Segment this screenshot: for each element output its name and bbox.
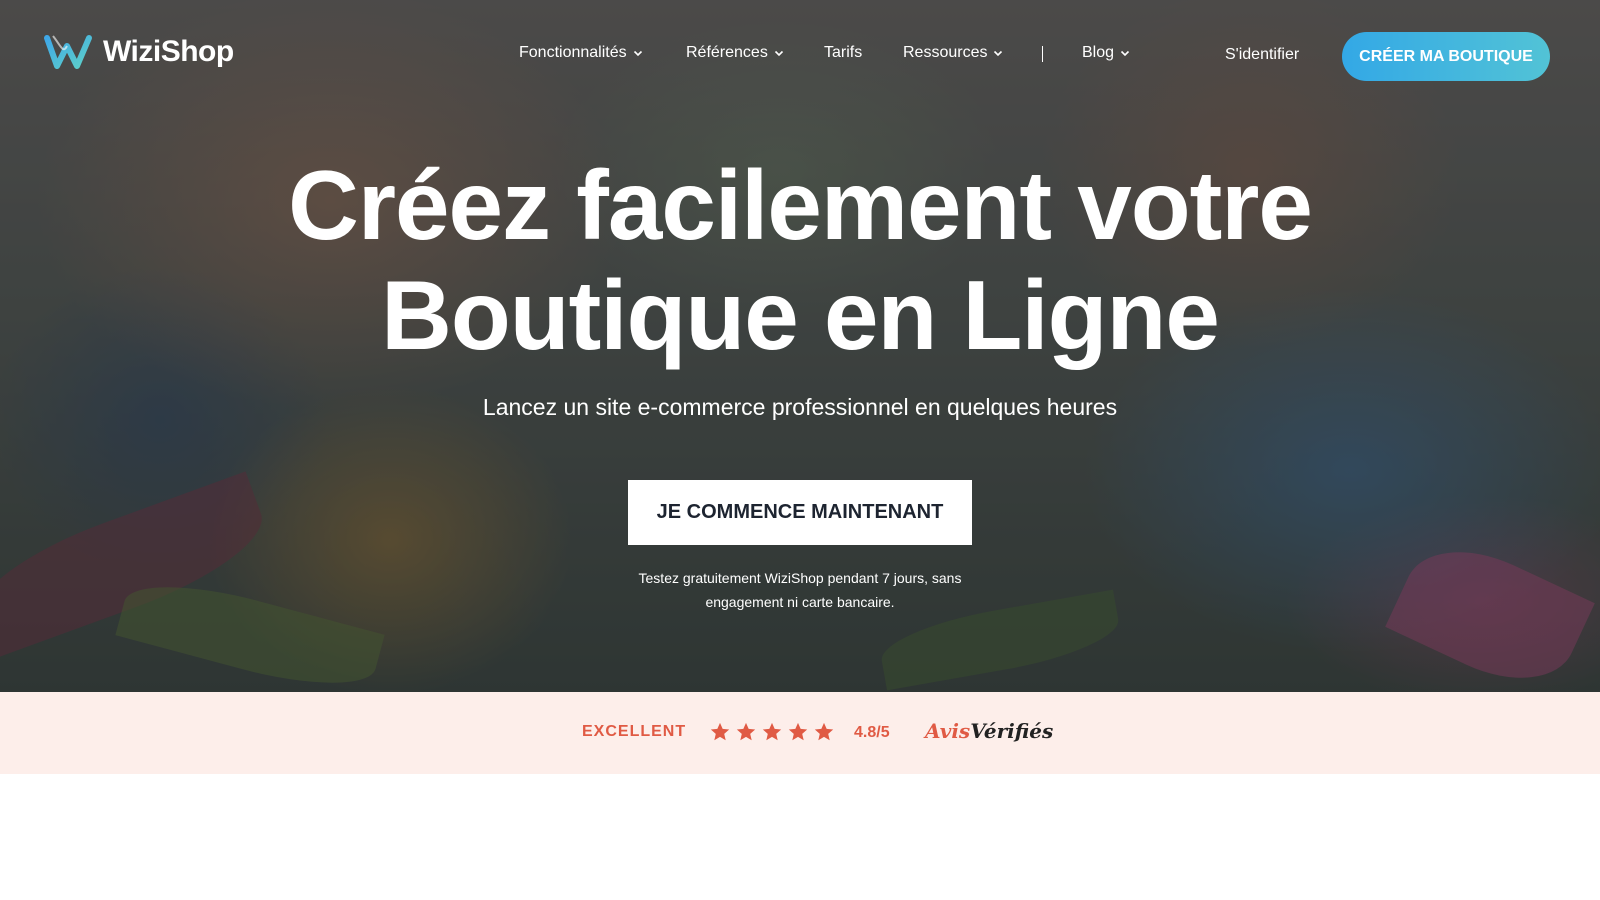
chevron-down-icon	[1120, 50, 1130, 57]
nav-divider	[1042, 46, 1043, 62]
login-link[interactable]: S'identifier	[1225, 46, 1299, 64]
trial-note-line-2: engagement ni carte bancaire.	[705, 594, 895, 610]
brand-part-2: Vérifiés	[970, 719, 1054, 743]
rating-stars	[709, 721, 835, 743]
star-icon	[762, 722, 782, 741]
rating-label: EXCELLENT	[582, 723, 687, 740]
trial-note-line-1: Testez gratuitement WiziShop pendant 7 j…	[638, 570, 962, 586]
nav-item-fonctionnalites[interactable]: Fonctionnalités	[519, 44, 643, 62]
hero-section: WiziShop Fonctionnalités Références Tari…	[0, 0, 1600, 692]
create-shop-button[interactable]: CRÉER MA BOUTIQUE	[1342, 32, 1550, 81]
star-icon	[736, 722, 756, 741]
nav-item-ressources[interactable]: Ressources	[903, 44, 1003, 62]
nav-item-label: Fonctionnalités	[519, 44, 627, 61]
chevron-down-icon	[774, 50, 783, 57]
nav-item-label: Ressources	[903, 44, 988, 61]
trial-note: Testez gratuitement WiziShop pendant 7 j…	[620, 566, 980, 614]
logo-link[interactable]: WiziShop	[43, 32, 234, 72]
wizishop-logo-icon	[44, 35, 92, 69]
chevron-down-icon	[633, 50, 642, 57]
star-icon	[814, 722, 834, 741]
logo-text: WiziShop	[103, 35, 234, 68]
hero-title-line-2: Boutique en Ligne	[381, 260, 1220, 370]
start-now-button[interactable]: JE COMMENCE MAINTENANT	[628, 480, 972, 545]
brand-part-1: Avis	[925, 719, 971, 743]
hero-subtitle: Lancez un site e-commerce professionnel …	[482, 394, 1118, 420]
nav-item-label: Tarifs	[824, 44, 863, 61]
hero-title-line-1: Créez facilement votre	[288, 150, 1313, 260]
hero-title: Créez facilement votre Boutique en Ligne	[0, 150, 1600, 370]
rating-strip: EXCELLENT 4.8/5 AvisVérifiés	[0, 692, 1600, 774]
nav-item-label: Références	[686, 44, 768, 61]
nav-item-tarifs[interactable]: Tarifs	[824, 44, 862, 62]
star-icon	[710, 722, 730, 741]
avis-verifies-logo[interactable]: AvisVérifiés	[925, 719, 1053, 743]
nav-item-blog[interactable]: Blog	[1082, 44, 1130, 62]
star-icon	[788, 722, 808, 741]
rating-score: 4.8/5	[854, 724, 890, 741]
nav-item-label: Blog	[1082, 44, 1115, 61]
nav-item-references[interactable]: Références	[686, 44, 784, 62]
chevron-down-icon	[994, 50, 1003, 57]
